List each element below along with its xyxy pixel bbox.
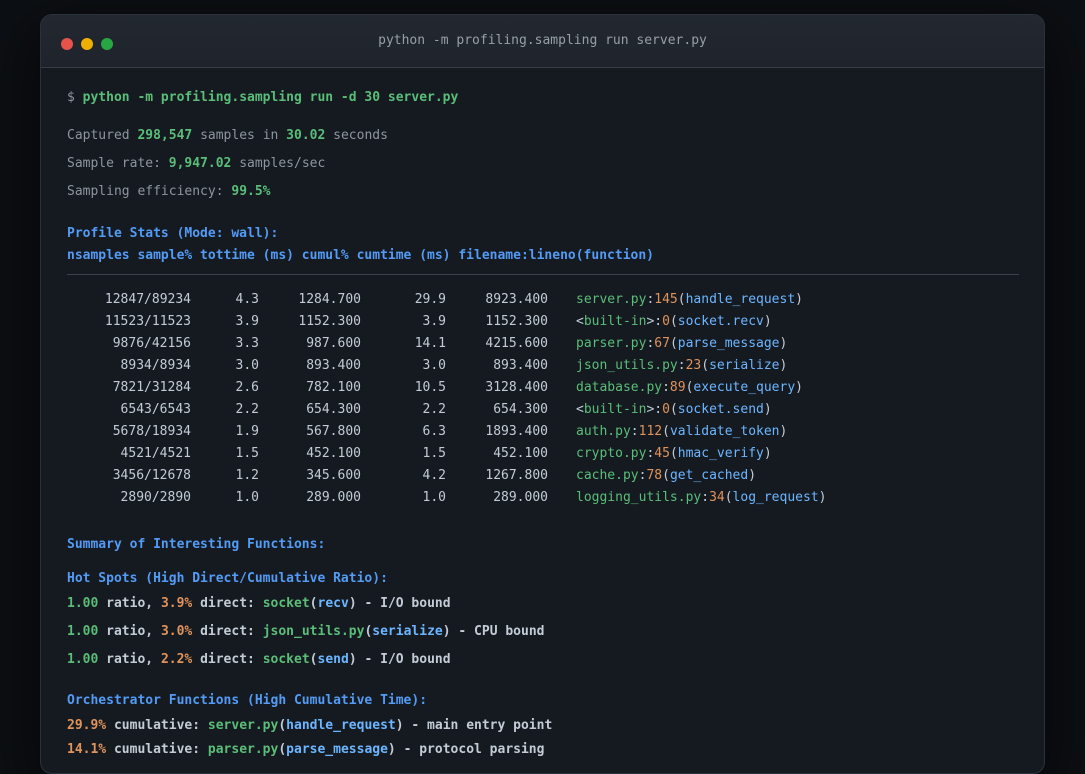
function-location: crypto.py:45(hmac_verify) [576,446,772,461]
profile-columns-header: nsamples sample% tottime (ms) cumul% cum… [67,248,654,263]
command-line: $ python -m profiling.sampling run -d 30… [67,88,1019,108]
window-title: python -m profiling.sampling run server.… [378,33,707,48]
summary-heading: Summary of Interesting Functions: [67,537,326,552]
function-location: <built-in>:0(socket.send) [576,402,772,417]
table-row: 6543/6543 2.2 654.300 2.2 654.300 <built-in>:… [120,402,772,417]
stat-line: Captured 298,547 samples in 30.02 second… [67,128,388,143]
hot-spot-line: 1.00 ratio, 3.9% direct: socket(recv) - … [67,596,451,611]
function-location: parser.py:67(parse_message) [576,336,788,351]
function-location: server.py:145(handle_request) [576,292,803,307]
table-row: 9876/42156 3.3 987.600 14.1 4215.600 parser.p… [112,336,788,351]
profile-rows: 12847/89234 4.3 1284.700 29.9 8923.400 server… [67,289,1019,509]
terminal-body[interactable]: $ python -m profiling.sampling run -d 30… [41,68,1044,760]
orchestrators-list: 29.9% cumulative: server.py(handle_reque… [67,716,1019,760]
orchestrator-line: 29.9% cumulative: server.py(handle_reque… [67,718,553,733]
hot-spot-line: 1.00 ratio, 3.0% direct: json_utils.py(s… [67,624,545,639]
function-location: auth.py:112(validate_token) [576,424,788,439]
function-location: logging_utils.py:34(log_request) [576,490,827,505]
table-row: 3456/12678 1.2 345.600 4.2 1267.800 cache.py:… [112,468,757,483]
hot-spots-heading: Hot Spots (High Direct/Cumulative Ratio)… [67,571,388,586]
traffic-lights [61,38,113,50]
function-location: <built-in>:0(socket.recv) [576,314,772,329]
function-location: database.py:89(execute_query) [576,380,803,395]
table-row: 11523/11523 3.9 1152.300 3.9 1152.300 <built-… [104,314,772,329]
intro-lines: Captured 298,547 samples in 30.02 second… [67,126,1019,202]
profile-stats-heading: Profile Stats (Mode: wall): [67,226,279,241]
close-button[interactable] [61,38,73,50]
maximize-button[interactable] [101,38,113,50]
table-row: 8934/8934 3.0 893.400 3.0 893.400 json_utils.… [120,358,788,373]
stat-line: Sampling efficiency: 99.5% [67,184,271,199]
table-row: 4521/4521 1.5 452.100 1.5 452.100 crypto.py:4… [120,446,772,461]
prompt-symbol: $ [67,90,83,105]
terminal-window: python -m profiling.sampling run server.… [40,14,1045,774]
hot-spot-line: 1.00 ratio, 2.2% direct: socket(send) - … [67,652,451,667]
orchestrators-heading: Orchestrator Functions (High Cumulative … [67,693,428,708]
table-row: 2890/2890 1.0 289.000 1.0 289.000 logging_uti… [120,490,827,505]
hot-spots-list: 1.00 ratio, 3.9% direct: socket(recv) - … [67,594,1019,670]
function-location: json_utils.py:23(serialize) [576,358,788,373]
function-location: cache.py:78(get_cached) [576,468,757,483]
titlebar: python -m profiling.sampling run server.… [41,15,1044,68]
stat-line: Sample rate: 9,947.02 samples/sec [67,156,326,171]
table-separator [67,274,1019,275]
table-row: 12847/89234 4.3 1284.700 29.9 8923.400 server… [104,292,803,307]
orchestrator-line: 14.1% cumulative: parser.py(parse_messag… [67,742,545,757]
table-row: 7821/31284 2.6 782.100 10.5 3128.400 database… [112,380,803,395]
minimize-button[interactable] [81,38,93,50]
table-row: 5678/18934 1.9 567.800 6.3 1893.400 auth.py:1… [112,424,788,439]
command-text: python -m profiling.sampling run -d 30 s… [82,90,459,105]
